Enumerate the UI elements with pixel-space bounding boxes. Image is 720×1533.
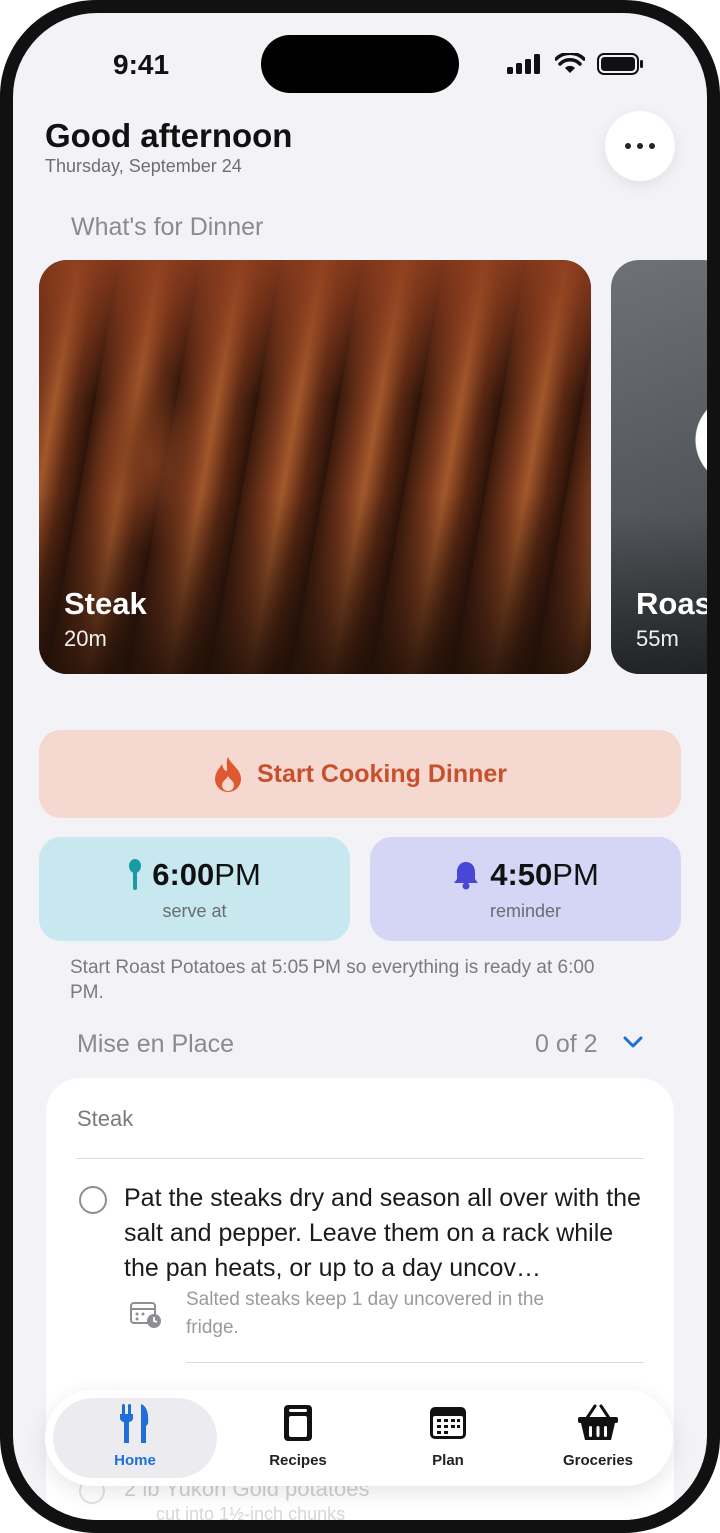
serve-time-label: serve at <box>162 901 227 921</box>
status-icons <box>507 53 645 75</box>
cellular-signal-icon <box>507 54 540 74</box>
divider <box>186 1362 644 1363</box>
serve-time-ampm: PM <box>214 857 261 892</box>
tab-plan[interactable]: Plan <box>373 1390 523 1486</box>
reminder-time-ampm: PM <box>552 857 599 892</box>
dinner-card-time: 20m <box>64 626 107 651</box>
tab-recipes[interactable]: Recipes <box>223 1390 373 1486</box>
serve-time-value: 6:00 <box>152 857 215 892</box>
dinner-card-roast[interactable]: Roas 55m <box>611 260 707 674</box>
dynamic-island <box>261 35 459 93</box>
mise-section-title: Mise en Place <box>77 1030 235 1058</box>
mise-group-title: Steak <box>77 1106 134 1131</box>
pin-icon <box>129 859 142 890</box>
mise-step-subtext: cut into 1½-inch chunks <box>156 1504 346 1520</box>
chevron-down-icon[interactable] <box>623 1035 643 1049</box>
more-dot-icon <box>649 143 655 149</box>
more-dot-icon <box>625 143 631 149</box>
tab-label: Recipes <box>269 1452 327 1469</box>
tab-bar: Home Recipes Plan Groceries <box>45 1390 673 1486</box>
more-dot-icon <box>637 143 643 149</box>
reminder-label: reminder <box>489 901 562 921</box>
fork-knife-icon <box>120 1404 149 1443</box>
dinner-card-steak[interactable]: Steak 20m <box>39 260 591 674</box>
dinner-card-title: Steak <box>64 586 147 621</box>
calendar-clock-icon <box>130 1302 161 1328</box>
mise-progress-count: 0 of 2 <box>535 1030 598 1058</box>
tab-groceries[interactable]: Groceries <box>523 1390 673 1486</box>
step-checkbox[interactable] <box>79 1186 107 1214</box>
dinner-card-title: Roas <box>636 586 707 621</box>
bell-icon <box>454 862 479 890</box>
greeting-title: Good afternoon <box>45 117 293 154</box>
divider <box>76 1158 644 1159</box>
date-subtitle: Thursday, September 24 <box>45 156 242 176</box>
tab-label: Home <box>114 1452 156 1469</box>
start-cooking-button[interactable]: Start Cooking Dinner <box>39 730 681 818</box>
dinner-card-time: 55m <box>636 626 679 651</box>
more-options-button[interactable] <box>605 111 675 181</box>
flame-icon <box>214 757 241 792</box>
status-time: 9:41 <box>113 49 170 80</box>
mise-step-tip: Salted steaks keep 1 day uncovered in th… <box>186 1289 545 1338</box>
timing-note: Start Roast Potatoes at 5:05 PM so every… <box>70 957 599 1003</box>
battery-icon <box>597 53 643 75</box>
phone-frame: 9:41 Good afternoon Thursday, September … <box>0 0 720 1533</box>
reminder-time-value: 4:50 <box>490 857 553 892</box>
serve-time-button[interactable]: 6:00PM serve at <box>39 837 350 941</box>
wifi-icon <box>555 53 585 73</box>
tab-label: Groceries <box>562 1452 634 1469</box>
reminder-button[interactable]: 4:50PM reminder <box>370 837 681 941</box>
tab-label: Plan <box>432 1452 464 1469</box>
dinner-section-title: What's for Dinner <box>71 213 264 241</box>
basket-icon <box>578 1404 618 1440</box>
screen: 9:41 Good afternoon Thursday, September … <box>13 13 707 1520</box>
book-icon <box>284 1405 312 1441</box>
mise-step-text: Pat the steaks dry and season all over w… <box>124 1184 641 1282</box>
tab-home[interactable]: Home <box>60 1390 210 1486</box>
start-cooking-label: Start Cooking Dinner <box>256 759 507 788</box>
calendar-icon <box>430 1407 466 1439</box>
